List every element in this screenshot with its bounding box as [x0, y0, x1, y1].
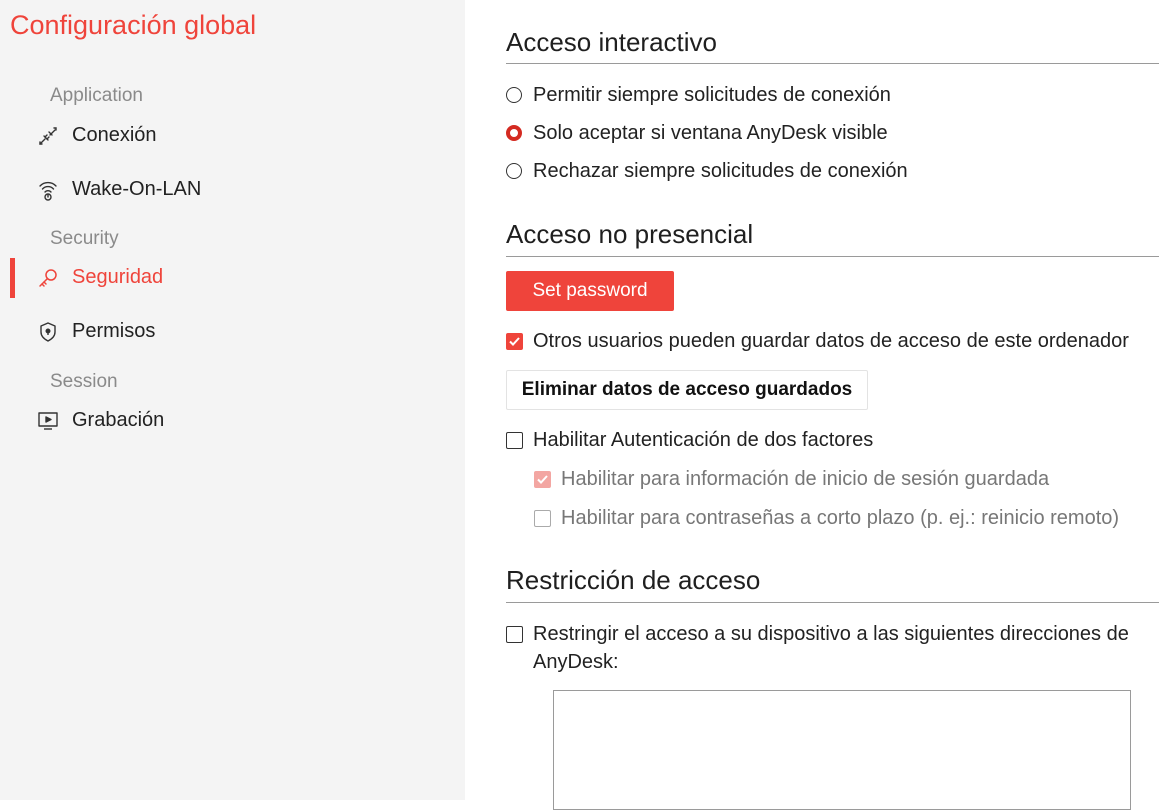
checkbox-unchecked[interactable]	[506, 432, 523, 449]
sidebar-item-seguridad[interactable]: Seguridad	[0, 258, 465, 298]
section-label-session: Session	[50, 371, 118, 392]
section-divider	[506, 256, 1159, 257]
radio-label: Rechazar siempre solicitudes de conexión	[533, 160, 908, 182]
active-indicator	[10, 258, 15, 298]
sidebar-item-label: Permisos	[72, 320, 156, 342]
checkbox-unchecked[interactable]	[506, 626, 523, 643]
sidebar-item-permisos[interactable]: Permisos	[0, 312, 465, 352]
radio-button[interactable]	[506, 87, 522, 103]
shield-icon	[36, 320, 60, 344]
sidebar-item-grabacion[interactable]: Grabación	[0, 401, 465, 441]
radio-label: Permitir siempre solicitudes de conexión	[533, 84, 891, 106]
checkbox-label: Habilitar para información de inicio de …	[561, 468, 1050, 490]
sidebar-item-conexion[interactable]: Conexión	[0, 116, 465, 156]
sidebar-item-label: Wake-On-LAN	[72, 178, 202, 200]
section-label-security: Security	[50, 228, 119, 249]
section-divider	[506, 602, 1159, 603]
checkbox-label-line2: AnyDesk:	[533, 651, 619, 673]
checkbox-checked-disabled	[534, 471, 551, 488]
delete-saved-access-button[interactable]: Eliminar datos de acceso guardados	[506, 370, 868, 410]
set-password-button[interactable]: Set password	[506, 271, 674, 311]
checkbox-label-line1: Restringir el acceso a su dispositivo a …	[533, 623, 1129, 645]
checkbox-label: Habilitar Autenticación de dos factores	[533, 429, 874, 451]
section-heading-restriction: Restricción de acceso	[506, 565, 761, 595]
connection-icon	[36, 124, 60, 148]
sidebar-item-label: Grabación	[72, 409, 165, 431]
key-icon	[36, 266, 60, 290]
page-title: Configuración global	[10, 10, 257, 40]
sidebar-item-label: Seguridad	[72, 266, 164, 288]
allowed-addresses-textarea[interactable]	[553, 690, 1131, 810]
section-divider	[506, 63, 1159, 64]
checkbox-unchecked-disabled	[534, 510, 551, 527]
section-heading-interactive: Acceso interactivo	[506, 27, 717, 57]
sidebar: Configuración global Application Conexió…	[0, 0, 465, 800]
checkbox-label: Habilitar para contraseñas a corto plazo…	[561, 507, 1120, 529]
section-heading-unattended: Acceso no presencial	[506, 219, 754, 249]
radio-button-selected[interactable]	[506, 125, 522, 141]
section-label-application: Application	[50, 85, 143, 106]
checkbox-label: Otros usuarios pueden guardar datos de a…	[533, 330, 1129, 352]
radio-button[interactable]	[506, 163, 522, 179]
wifi-signal-icon	[36, 178, 60, 202]
radio-label: Solo aceptar si ventana AnyDesk visible	[533, 122, 888, 144]
screen-record-icon	[36, 409, 60, 433]
settings-panel: Acceso interactivo Permitir siempre soli…	[506, 0, 1159, 810]
checkbox-checked[interactable]	[506, 333, 523, 350]
sidebar-item-wake-on-lan[interactable]: Wake-On-LAN	[0, 170, 465, 210]
sidebar-item-label: Conexión	[72, 124, 157, 146]
